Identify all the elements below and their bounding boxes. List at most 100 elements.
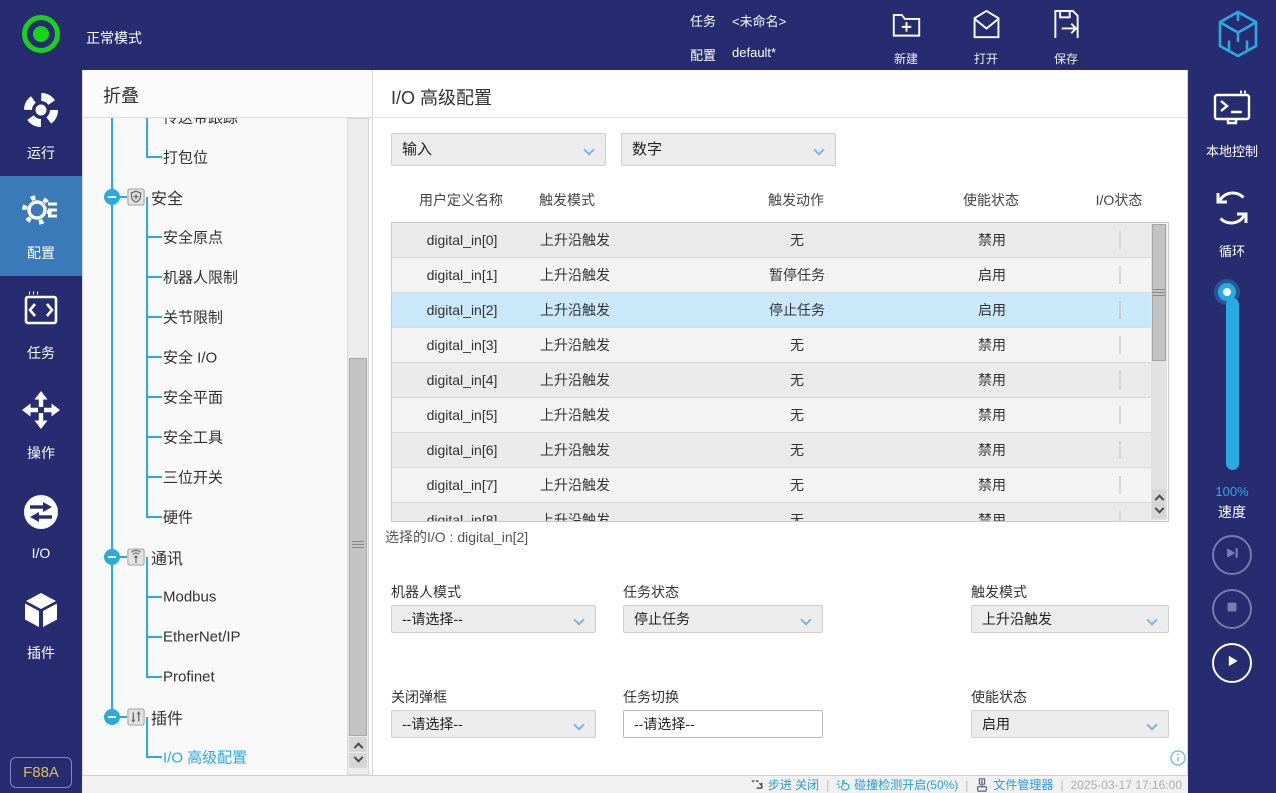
topbar-action-save[interactable]: 保存 <box>1038 7 1094 67</box>
table-scroll-up-button[interactable] <box>1152 489 1166 504</box>
tree-item[interactable]: 机器人限制 <box>83 257 344 297</box>
mode-label: 正常模式 <box>86 28 142 48</box>
sidebar-item-task[interactable]: 任务 <box>0 276 82 376</box>
table-row[interactable]: digital_in[1]上升沿触发暂停任务启用 <box>392 258 1153 293</box>
column-header: 使能状态 <box>896 190 1086 210</box>
tree-item[interactable]: 安全 <box>83 177 344 217</box>
table-row[interactable]: digital_in[8]上升沿触发无禁用 <box>392 503 1153 522</box>
sidebar-item-run[interactable]: 运行 <box>0 76 82 176</box>
tree-item[interactable]: 硬件 <box>83 497 344 537</box>
tree-collapse-node[interactable] <box>104 189 120 205</box>
tree-item-label: 关节限制 <box>163 307 223 328</box>
collapse-button[interactable]: 折叠 <box>103 82 139 108</box>
tree-item-label: 安全原点 <box>163 227 223 248</box>
form-select-robot-mode[interactable]: --请选择-- <box>391 605 596 633</box>
tree-scrollbar-thumb[interactable] <box>349 358 367 736</box>
table-scrollbar-thumb[interactable] <box>1152 224 1166 361</box>
table-row[interactable]: digital_in[2]上升沿触发停止任务启用 <box>392 293 1153 328</box>
tree-collapse-node[interactable] <box>104 549 120 565</box>
chevron-down-icon <box>583 144 594 155</box>
step-forward-button[interactable] <box>1212 535 1252 575</box>
topbar-action-label: 新建 <box>894 50 918 67</box>
stop-button[interactable] <box>1212 589 1252 629</box>
table-row[interactable]: digital_in[3]上升沿触发无禁用 <box>392 328 1153 363</box>
tree-item[interactable]: EtherNet/IP <box>83 617 344 657</box>
cell-name: digital_in[5] <box>392 407 532 423</box>
file-manager-button[interactable]: 文件管理器 <box>975 776 1053 793</box>
cell-trigger-action: 无 <box>697 475 897 495</box>
io-state-checkbox[interactable] <box>1119 476 1121 494</box>
cell-trigger-action: 无 <box>697 370 897 390</box>
separator: | <box>826 778 829 792</box>
io-state-checkbox[interactable] <box>1119 371 1121 389</box>
collision-toggle[interactable]: 碰撞检测开启(50%) <box>836 776 958 793</box>
io-state-checkbox[interactable] <box>1119 266 1121 284</box>
sidebar-item-config[interactable]: 配置 <box>0 176 82 276</box>
io-state-checkbox[interactable] <box>1119 511 1121 522</box>
io-state-checkbox[interactable] <box>1119 406 1121 424</box>
io-state-checkbox[interactable] <box>1119 336 1121 354</box>
filter-select-io-type[interactable]: 数字 <box>621 133 836 166</box>
table-row[interactable]: digital_in[0]上升沿触发无禁用 <box>392 223 1153 258</box>
tree-item[interactable]: Profinet <box>83 657 344 697</box>
table-row[interactable]: digital_in[7]上升沿触发无禁用 <box>392 468 1153 503</box>
tree-scroll-up-button[interactable] <box>349 737 367 752</box>
io-state-checkbox[interactable] <box>1119 301 1121 319</box>
tree-item[interactable]: 安全工具 <box>83 417 344 457</box>
form-select-task-state[interactable]: 停止任务 <box>623 605 823 633</box>
cell-enable-state: 禁用 <box>897 405 1087 425</box>
form-value: --请选择-- <box>402 611 463 627</box>
status-bar: 步进 关闭 | 碰撞检测开启(50%) | 文件管理器 | 2025-03-17… <box>82 775 1188 793</box>
topbar-action-new[interactable]: 新建 <box>878 7 934 67</box>
tree-item[interactable]: 打包位 <box>83 137 344 177</box>
speed-label: 速度 <box>1188 502 1276 522</box>
speed-slider-handle[interactable] <box>1218 283 1236 301</box>
step-toggle[interactable]: 步进 关闭 <box>750 776 819 793</box>
tree-scrollbar[interactable] <box>347 118 369 775</box>
cell-enable-state: 禁用 <box>897 510 1087 522</box>
form-select-trigger-mode[interactable]: 上升沿触发 <box>971 605 1169 633</box>
play-button[interactable] <box>1212 643 1252 683</box>
tree-item[interactable]: 安全 I/O <box>83 337 344 377</box>
info-icon[interactable] <box>1170 750 1186 766</box>
tree-item[interactable]: 安全原点 <box>83 217 344 257</box>
tree-item[interactable]: 安全平面 <box>83 377 344 417</box>
tree-item[interactable]: I/O 高级配置 <box>83 737 344 775</box>
tree-item[interactable]: 关节限制 <box>83 297 344 337</box>
tree-item[interactable]: Modbus <box>83 577 344 617</box>
sidebar-item-plugin[interactable]: 插件 <box>0 576 82 676</box>
fkey-button[interactable]: F88A <box>10 757 72 788</box>
table-scrollbar[interactable] <box>1151 224 1167 520</box>
form-select-close-popup[interactable]: --请选择-- <box>391 710 596 738</box>
form-select-enable-state[interactable]: 启用 <box>971 710 1169 738</box>
tree-item[interactable]: 三位开关 <box>83 457 344 497</box>
table-scroll-down-button[interactable] <box>1152 504 1166 519</box>
tree-scroll-down-button[interactable] <box>349 753 367 768</box>
tree-item-label: 传送带跟踪 <box>163 118 238 128</box>
io-state-checkbox[interactable] <box>1119 441 1121 459</box>
cell-enable-state: 禁用 <box>897 475 1087 495</box>
tree-collapse-node[interactable] <box>104 709 120 725</box>
speed-slider-track[interactable] <box>1226 298 1239 470</box>
sidebar-item-label: 插件 <box>27 643 55 663</box>
table-row[interactable]: digital_in[4]上升沿触发无禁用 <box>392 363 1153 398</box>
column-header: 触发动作 <box>696 190 896 210</box>
tree-item[interactable]: 通讯 <box>83 537 344 577</box>
form-input-task-switch[interactable]: --请选择-- <box>623 710 823 738</box>
rightbar-item-loop[interactable]: 循环 <box>1188 186 1276 260</box>
topbar-action-open[interactable]: 打开 <box>958 7 1014 67</box>
table-row[interactable]: digital_in[5]上升沿触发无禁用 <box>392 398 1153 433</box>
cell-io-state <box>1087 372 1153 388</box>
cell-enable-state: 禁用 <box>897 440 1087 460</box>
cell-trigger-action: 无 <box>697 230 897 250</box>
io-state-checkbox[interactable] <box>1119 231 1121 249</box>
cell-name: digital_in[2] <box>392 302 532 318</box>
filter-select-io-direction[interactable]: 输入 <box>391 133 606 166</box>
tree-item[interactable]: 插件 <box>83 697 344 737</box>
rightbar-item-local-control[interactable]: 本地控制 <box>1188 86 1276 160</box>
tree-item[interactable]: 传送带跟踪 <box>83 118 344 137</box>
sidebar-item-io[interactable]: I/O <box>0 476 82 576</box>
form-label-robot-mode: 机器人模式 <box>391 582 461 602</box>
sidebar-item-operate[interactable]: 操作 <box>0 376 82 476</box>
table-row[interactable]: digital_in[6]上升沿触发无禁用 <box>392 433 1153 468</box>
